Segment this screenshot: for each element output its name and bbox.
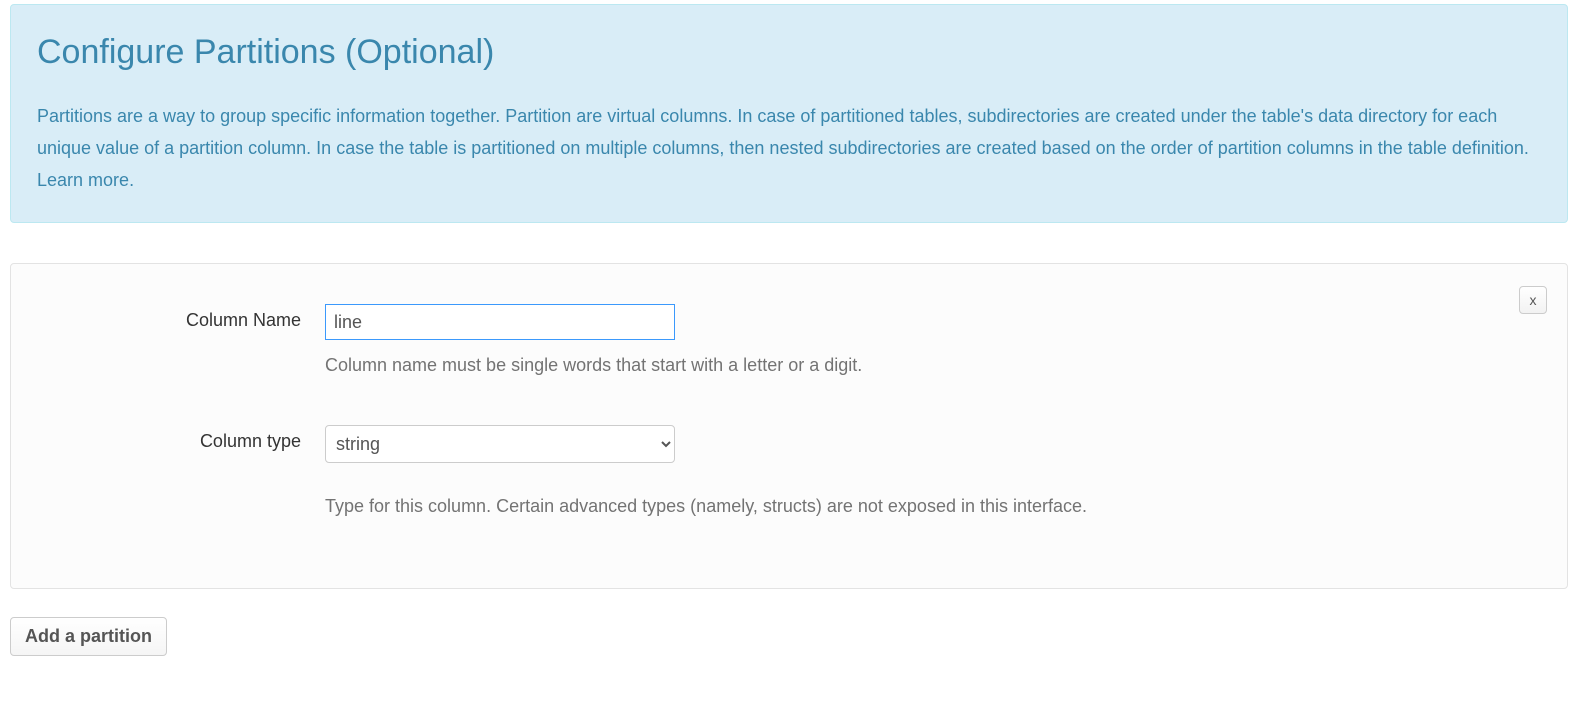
column-name-help: Column name must be single words that st…	[325, 352, 1543, 379]
info-title: Configure Partitions (Optional)	[37, 33, 1541, 72]
info-panel: Configure Partitions (Optional) Partitio…	[10, 4, 1568, 223]
column-type-label: Column type	[35, 425, 325, 452]
learn-more-link[interactable]: Learn more	[37, 170, 129, 190]
remove-partition-button[interactable]: x	[1519, 286, 1547, 314]
info-body: Partitions are a way to group specific i…	[37, 100, 1541, 196]
column-name-label: Column Name	[35, 304, 325, 331]
column-name-row: Column Name Column name must be single w…	[35, 304, 1543, 379]
column-type-select[interactable]: string	[325, 425, 675, 463]
column-type-row: Column type string Type for this column.…	[35, 425, 1543, 520]
info-body-text: Partitions are a way to group specific i…	[37, 106, 1529, 158]
partition-form: x Column Name Column name must be single…	[10, 263, 1568, 589]
column-name-input[interactable]	[325, 304, 675, 340]
add-partition-button[interactable]: Add a partition	[10, 617, 167, 656]
column-type-help: Type for this column. Certain advanced t…	[325, 493, 1543, 520]
